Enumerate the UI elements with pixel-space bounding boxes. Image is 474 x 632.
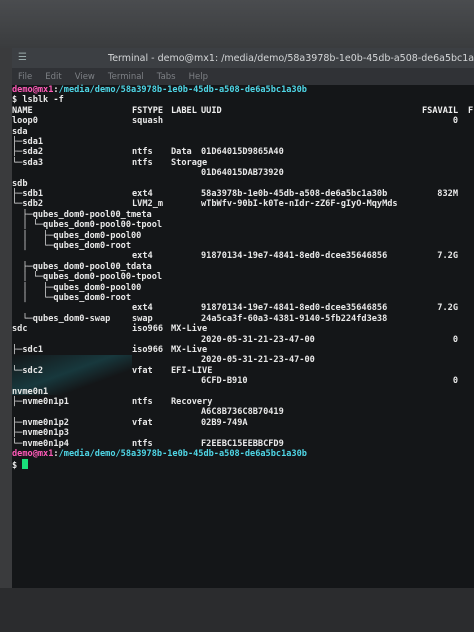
terminal-window: ☰ Terminal - demo@mx1: /media/demo/58a39… xyxy=(12,48,474,588)
row-fstype: iso966 xyxy=(132,345,164,355)
menu-tabs[interactable]: Tabs xyxy=(157,72,176,82)
text-cursor xyxy=(22,459,29,470)
row-uuid: 01D64015DAB73920 xyxy=(201,168,284,179)
col-header-extra: F xyxy=(468,105,474,116)
row-name: sdb xyxy=(12,178,28,189)
row-uuid: 91870134-19e7-4841-8ed0-dcee35646856 xyxy=(201,251,388,262)
menu-terminal[interactable]: Terminal xyxy=(108,72,144,82)
row-fsavail: 0 xyxy=(452,116,458,127)
row-name: sda xyxy=(12,126,28,137)
row-name: nvme0n1 xyxy=(12,386,49,397)
row-fsavail: 832M xyxy=(437,189,458,199)
command-line-2[interactable]: $ xyxy=(12,459,29,472)
row-name: └─sdb2 xyxy=(12,199,44,210)
row-name: ├─nvme0n1p3 xyxy=(12,428,69,439)
row-label: EFI-LIVE xyxy=(171,365,213,376)
row-fsavail: 7.2G xyxy=(437,251,458,262)
row-fstype: ntfs xyxy=(132,397,153,407)
row-fstype: vfat xyxy=(132,365,153,376)
row-name: sdc xyxy=(12,324,28,335)
command-text: lsblk -f xyxy=(17,95,64,106)
row-fstype: ext4 xyxy=(132,251,153,262)
row-fsavail: 7.2G xyxy=(437,303,458,314)
row-name: │ └─qubes_dom0-root xyxy=(12,293,131,303)
row-fstype: ext4 xyxy=(132,189,153,199)
prompt-user: demo@mx1 xyxy=(12,85,54,95)
row-fstype: ext4 xyxy=(132,303,153,314)
col-header-name: NAME xyxy=(12,105,33,116)
prompt-path-2: /media/demo/58a3978b-1e0b-45db-a508-de6a… xyxy=(58,449,307,459)
row-fstype: LVM2_m xyxy=(132,199,164,210)
row-uuid: A6C8B736C8B70419 xyxy=(201,407,284,418)
row-name: ├─nvme0n1p1 xyxy=(12,397,69,407)
prompt-line-1: demo@mx1:/media/demo/58a3978b-1e0b-45db-… xyxy=(12,85,307,95)
menu-bar: File Edit View Terminal Tabs Help xyxy=(12,68,474,85)
row-fsavail: 0 xyxy=(452,334,458,345)
row-uuid: 01D64015D9865A40 xyxy=(201,147,284,158)
row-fstype: iso966 xyxy=(132,324,164,335)
prompt-end-2: $ xyxy=(12,461,18,472)
window-menu-icon[interactable]: ☰ xyxy=(18,52,30,64)
prompt-path: /media/demo/58a3978b-1e0b-45db-a508-de6a… xyxy=(58,85,307,95)
row-label: Recovery xyxy=(171,397,213,407)
row-uuid: F2EEBC15EEBBCFD9 xyxy=(201,438,284,449)
row-label: Data xyxy=(171,147,192,158)
row-label: MX-Live xyxy=(171,324,208,335)
row-uuid: 58a3978b-1e0b-45db-a508-de6a5bc1a30b xyxy=(201,189,388,199)
row-fstype: squash xyxy=(132,116,164,127)
row-fstype: ntfs xyxy=(132,147,153,158)
row-label: Storage xyxy=(171,157,208,168)
title-bar[interactable]: ☰ Terminal - demo@mx1: /media/demo/58a39… xyxy=(12,48,474,68)
row-uuid: wTbWfv-90bI-k0Te-nIdr-zZ6F-gIyO-MqyMds xyxy=(201,199,398,210)
row-name: └─qubes_dom0-swap xyxy=(12,313,111,324)
row-name: └─sda3 xyxy=(12,157,44,168)
col-header-uuid: UUID xyxy=(201,105,222,116)
row-name: │ └─qubes_dom0-root xyxy=(12,241,131,251)
prompt-line-2: demo@mx1:/media/demo/58a3978b-1e0b-45db-… xyxy=(12,449,307,459)
row-name: │ └─qubes_dom0-pool00-tpool xyxy=(12,272,163,283)
row-name: ├─sda2 xyxy=(12,147,44,158)
row-name: │ ├─qubes_dom0-pool00 xyxy=(12,230,142,241)
row-name: loop0 xyxy=(12,116,38,127)
row-uuid: 02B9-749A xyxy=(201,417,248,428)
row-fstype: ntfs xyxy=(132,438,153,449)
menu-file[interactable]: File xyxy=(18,72,32,82)
row-name: └─nvme0n1p4 xyxy=(12,438,69,449)
row-uuid: 24a5ca3f-60a3-4381-9140-5fb224fd3e38 xyxy=(201,313,388,324)
row-uuid: 91870134-19e7-4841-8ed0-dcee35646856 xyxy=(201,303,388,314)
row-fsavail: 0 xyxy=(452,376,458,387)
menu-edit[interactable]: Edit xyxy=(45,72,61,82)
monitor-bezel-left xyxy=(0,48,12,632)
col-header-fstype: FSTYPE xyxy=(132,105,164,116)
row-uuid: 6CFD-B910 xyxy=(201,376,248,387)
monitor-bezel-top xyxy=(0,0,474,48)
row-name: │ ├─qubes_dom0-pool00 xyxy=(12,282,142,293)
window-title: Terminal - demo@mx1: /media/demo/58a3978… xyxy=(108,52,474,64)
terminal-output[interactable]: demo@mx1:/media/demo/58a3978b-1e0b-45db-… xyxy=(12,85,474,588)
menu-help[interactable]: Help xyxy=(189,72,208,82)
row-name: ├─sdc1 xyxy=(12,345,44,355)
row-fstype: swap xyxy=(132,313,153,324)
row-name: ├─sdb1 xyxy=(12,189,44,199)
row-name: │ └─qubes_dom0-pool00-tpool xyxy=(12,220,163,231)
row-name: └─sdc2 xyxy=(12,365,44,376)
row-name: ├─nvme0n1p2 xyxy=(12,417,69,428)
row-label: MX-Live xyxy=(171,345,208,355)
col-header-fsavail: FSAVAIL xyxy=(422,105,459,116)
command-line: $ lsblk -f xyxy=(12,95,64,105)
menu-view[interactable]: View xyxy=(75,72,95,82)
row-fstype: ntfs xyxy=(132,157,153,168)
monitor-bezel-bottom xyxy=(0,588,474,632)
row-fstype: vfat xyxy=(132,417,153,428)
row-name: ├─qubes_dom0-pool00_tdata xyxy=(12,261,152,272)
row-name: ├─sda1 xyxy=(12,137,44,147)
row-uuid: 2020-05-31-21-23-47-00 xyxy=(201,355,315,366)
row-name: ├─qubes_dom0-pool00_tmeta xyxy=(12,209,152,220)
prompt-user-2: demo@mx1 xyxy=(12,449,54,459)
col-header-label: LABEL xyxy=(171,105,197,116)
row-uuid: 2020-05-31-21-23-47-00 xyxy=(201,334,315,345)
